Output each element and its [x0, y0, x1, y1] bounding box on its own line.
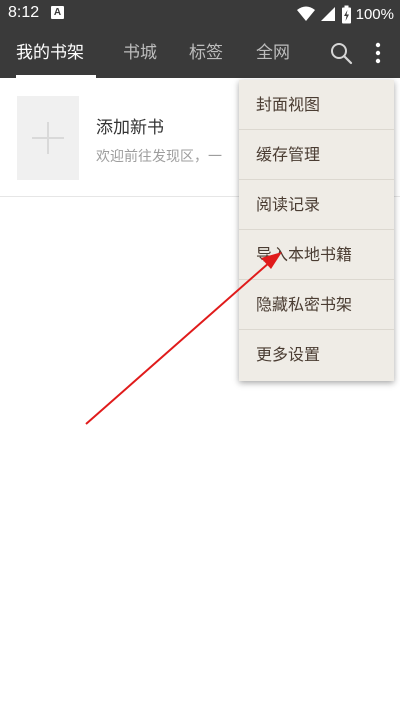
tab-my-bookshelf[interactable]: 我的书架 — [16, 28, 84, 78]
overflow-menu: 封面视图 缓存管理 阅读记录 导入本地书籍 隐藏私密书架 更多设置 — [239, 80, 394, 381]
notification-icon: A — [51, 6, 64, 19]
signal-icon — [320, 7, 335, 21]
menu-item-import-local-books[interactable]: 导入本地书籍 — [239, 230, 394, 280]
status-bar: 8:12 A 100% — [0, 0, 400, 28]
tab-tags[interactable]: 标签 — [189, 28, 223, 78]
screen: 8:12 A 100% 我的书架 书城 标签 全网 添加新书 欢迎前往发现区，一… — [0, 0, 400, 710]
status-indicators: 100% — [296, 3, 394, 25]
menu-item-cover-view[interactable]: 封面视图 — [239, 80, 394, 130]
wifi-icon — [296, 6, 315, 21]
add-book-cover[interactable] — [17, 96, 79, 180]
battery-percent: 100% — [355, 5, 394, 23]
battery-icon — [341, 5, 351, 23]
more-vertical-icon[interactable] — [366, 41, 390, 65]
menu-item-more-settings[interactable]: 更多设置 — [239, 330, 394, 380]
app-bar: 我的书架 书城 标签 全网 — [0, 28, 400, 78]
add-book-title: 添加新书 — [96, 118, 164, 138]
add-book-description: 欢迎前往发现区，一 — [96, 149, 222, 165]
tab-bookstore[interactable]: 书城 — [123, 28, 157, 78]
plus-icon — [32, 122, 64, 154]
search-icon[interactable] — [329, 41, 353, 65]
menu-item-hide-private-shelf[interactable]: 隐藏私密书架 — [239, 280, 394, 330]
menu-item-cache-management[interactable]: 缓存管理 — [239, 130, 394, 180]
tab-all-web[interactable]: 全网 — [256, 28, 290, 78]
status-time: 8:12 — [8, 4, 40, 21]
menu-item-reading-history[interactable]: 阅读记录 — [239, 180, 394, 230]
